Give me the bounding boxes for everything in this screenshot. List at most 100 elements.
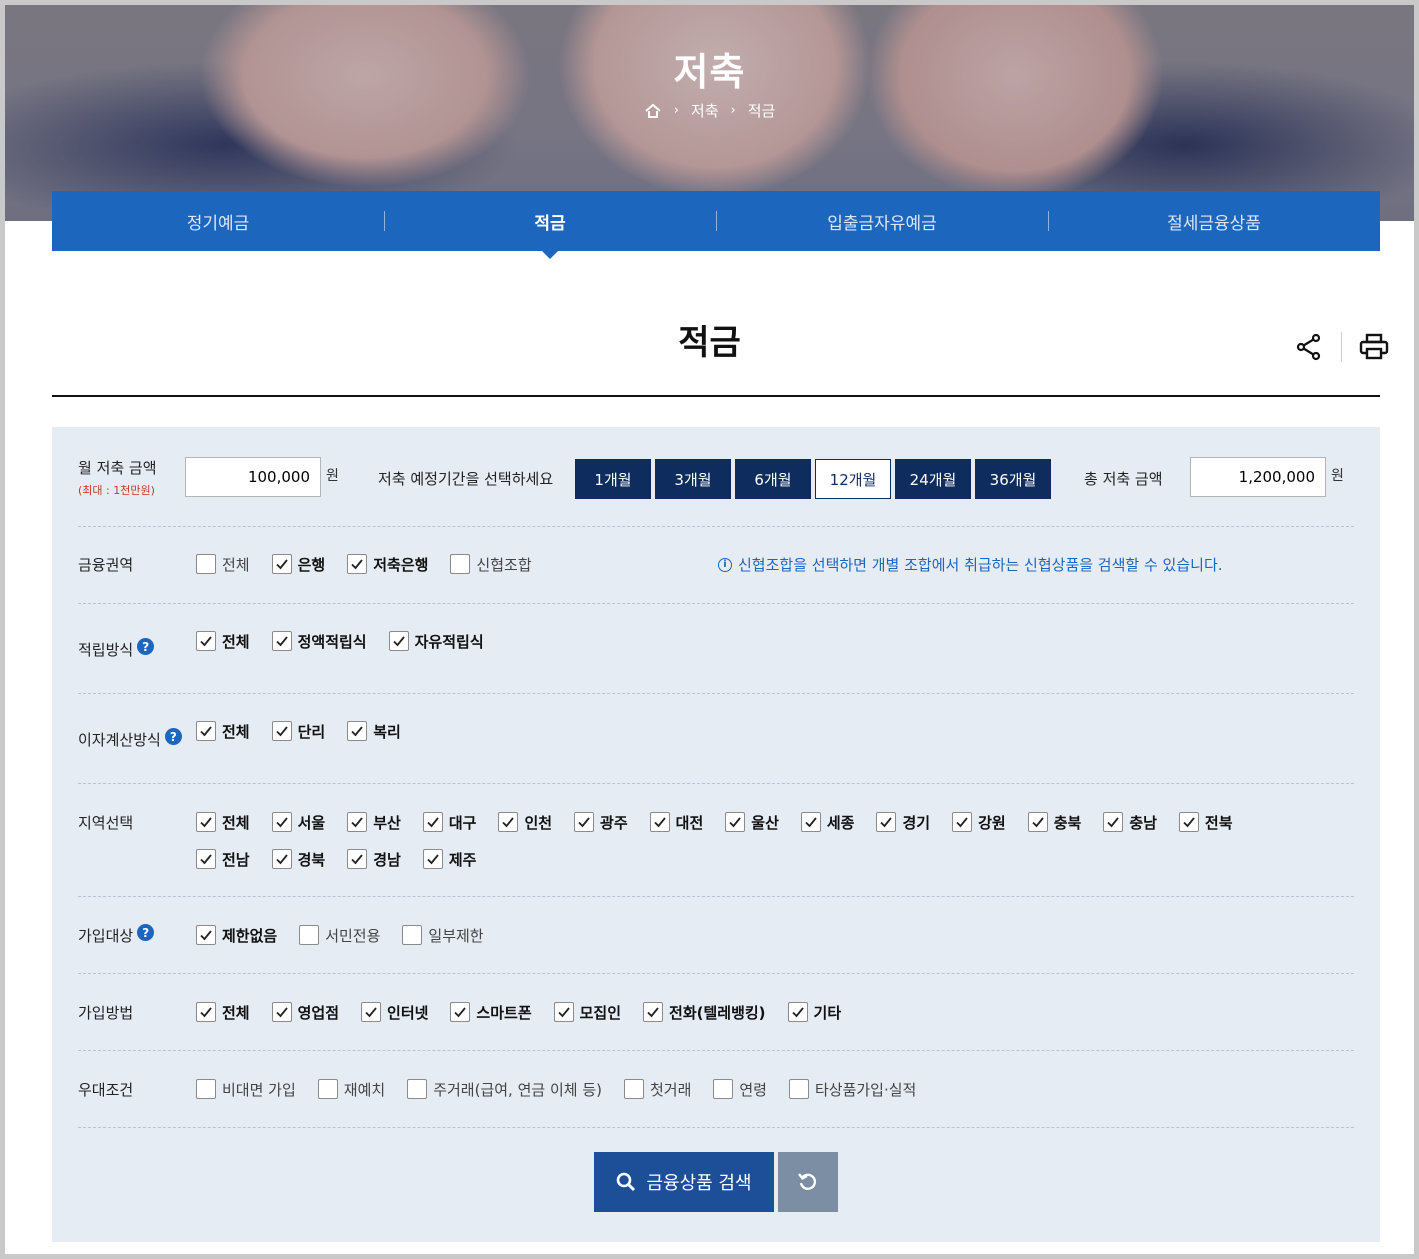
checkbox-checked-icon[interactable] [422,849,443,869]
checkbox-option[interactable]: 서민전용 [299,924,380,946]
checkbox-empty-icon[interactable] [402,925,423,945]
checkbox-checked-icon[interactable] [271,554,292,574]
period-6-button[interactable]: 6개월 [735,459,811,499]
checkbox-option[interactable]: 광주 [574,811,628,833]
checkbox-checked-icon[interactable] [196,925,216,945]
checkbox-checked-icon[interactable] [196,812,216,832]
checkbox-empty-icon[interactable] [299,925,320,945]
checkbox-checked-icon[interactable] [196,1002,216,1022]
checkbox-empty-icon[interactable] [623,1079,644,1099]
checkbox-checked-icon[interactable] [643,1002,664,1022]
checkbox-option[interactable]: 기타 [787,1001,841,1023]
checkbox-checked-icon[interactable] [800,812,821,832]
checkbox-option[interactable]: 전체 [196,811,250,833]
print-button[interactable] [1354,331,1394,363]
checkbox-option[interactable]: 강원 [952,811,1006,833]
checkbox-checked-icon[interactable] [196,631,216,651]
home-icon[interactable] [644,103,662,119]
checkbox-option[interactable]: 전체 [196,553,250,575]
checkbox-option[interactable]: 전화(텔레뱅킹) [643,1001,766,1023]
checkbox-checked-icon[interactable] [347,849,368,869]
checkbox-option[interactable]: 저축은행 [347,553,428,575]
checkbox-option[interactable]: 전남 [196,848,250,870]
checkbox-empty-icon[interactable] [450,554,471,574]
checkbox-option[interactable]: 정액적립식 [271,630,367,652]
checkbox-option[interactable]: 전체 [196,630,250,652]
checkbox-option[interactable]: 전북 [1178,811,1233,833]
checkbox-checked-icon[interactable] [876,812,897,832]
checkbox-option[interactable]: 세종 [800,811,854,833]
checkbox-checked-icon[interactable] [388,631,409,651]
checkbox-option[interactable]: 경기 [876,811,930,833]
checkbox-option[interactable]: 복리 [347,720,401,742]
checkbox-option[interactable]: 모집인 [553,1001,621,1023]
monthly-amount-input[interactable] [185,457,321,497]
checkbox-checked-icon[interactable] [271,631,292,651]
checkbox-checked-icon[interactable] [1178,812,1199,832]
checkbox-checked-icon[interactable] [498,812,519,832]
checkbox-empty-icon[interactable] [407,1079,428,1099]
search-button[interactable]: 금융상품 검색 [594,1152,774,1212]
checkbox-option[interactable]: 재예치 [317,1078,385,1100]
checkbox-checked-icon[interactable] [1027,812,1048,832]
checkbox-checked-icon[interactable] [361,1002,382,1022]
checkbox-checked-icon[interactable] [787,1002,808,1022]
checkbox-option[interactable]: 인천 [498,811,552,833]
checkbox-option[interactable]: 주거래(급여, 연금 이체 등) [407,1078,602,1100]
checkbox-option[interactable]: 충남 [1103,811,1157,833]
checkbox-checked-icon[interactable] [271,1002,292,1022]
checkbox-option[interactable]: 첫거래 [623,1078,691,1100]
tab-deposit[interactable]: 정기예금 [52,191,384,251]
tab-demand-deposit[interactable]: 입출금자유예금 [716,191,1048,251]
checkbox-option[interactable]: 신협조합 [450,553,532,575]
checkbox-option[interactable]: 일부제한 [402,924,484,946]
checkbox-option[interactable]: 서울 [271,811,325,833]
checkbox-empty-icon[interactable] [196,554,216,574]
help-icon[interactable]: ? [137,924,155,941]
checkbox-empty-icon[interactable] [317,1079,338,1099]
checkbox-checked-icon[interactable] [1103,812,1124,832]
checkbox-empty-icon[interactable] [196,1079,216,1099]
checkbox-option[interactable]: 인터넷 [361,1001,428,1023]
help-icon[interactable]: ? [164,728,182,745]
checkbox-checked-icon[interactable] [553,1002,574,1022]
checkbox-checked-icon[interactable] [725,812,746,832]
checkbox-option[interactable]: 단리 [271,720,325,742]
checkbox-checked-icon[interactable] [347,721,368,741]
breadcrumb-item[interactable]: 저축 [691,100,719,121]
period-12-button[interactable]: 12개월 [815,459,891,499]
share-button[interactable] [1289,331,1329,363]
help-icon[interactable]: ? [137,638,155,655]
checkbox-option[interactable]: 충북 [1027,811,1081,833]
checkbox-option[interactable]: 비대면 가입 [196,1078,296,1100]
period-3-button[interactable]: 3개월 [655,459,731,499]
period-1-button[interactable]: 1개월 [575,459,651,499]
checkbox-option[interactable]: 자유적립식 [388,630,484,652]
checkbox-checked-icon[interactable] [196,849,216,869]
checkbox-option[interactable]: 울산 [725,811,779,833]
checkbox-option[interactable]: 대구 [422,811,476,833]
checkbox-checked-icon[interactable] [649,812,670,832]
checkbox-empty-icon[interactable] [788,1079,809,1099]
checkbox-option[interactable]: 제한없음 [196,924,277,946]
period-36-button[interactable]: 36개월 [975,459,1051,499]
checkbox-option[interactable]: 은행 [271,553,325,575]
checkbox-option[interactable]: 타상품가입·실적 [788,1078,916,1100]
total-amount-input[interactable] [1190,457,1326,497]
checkbox-checked-icon[interactable] [574,812,595,832]
checkbox-option[interactable]: 제주 [422,848,476,870]
checkbox-option[interactable]: 대전 [649,811,703,833]
breadcrumb-item[interactable]: 적금 [748,100,776,121]
reset-button[interactable] [778,1152,838,1212]
checkbox-option[interactable]: 스마트폰 [450,1001,532,1023]
tab-tax-saving[interactable]: 절세금융상품 [1048,191,1380,251]
checkbox-option[interactable]: 연령 [713,1078,767,1100]
checkbox-checked-icon[interactable] [271,812,292,832]
checkbox-checked-icon[interactable] [952,812,973,832]
period-24-button[interactable]: 24개월 [895,459,971,499]
checkbox-checked-icon[interactable] [422,812,443,832]
tab-installment[interactable]: 적금 [384,191,716,259]
checkbox-checked-icon[interactable] [347,554,368,574]
checkbox-option[interactable]: 영업점 [271,1001,339,1023]
checkbox-option[interactable]: 전체 [196,720,250,742]
